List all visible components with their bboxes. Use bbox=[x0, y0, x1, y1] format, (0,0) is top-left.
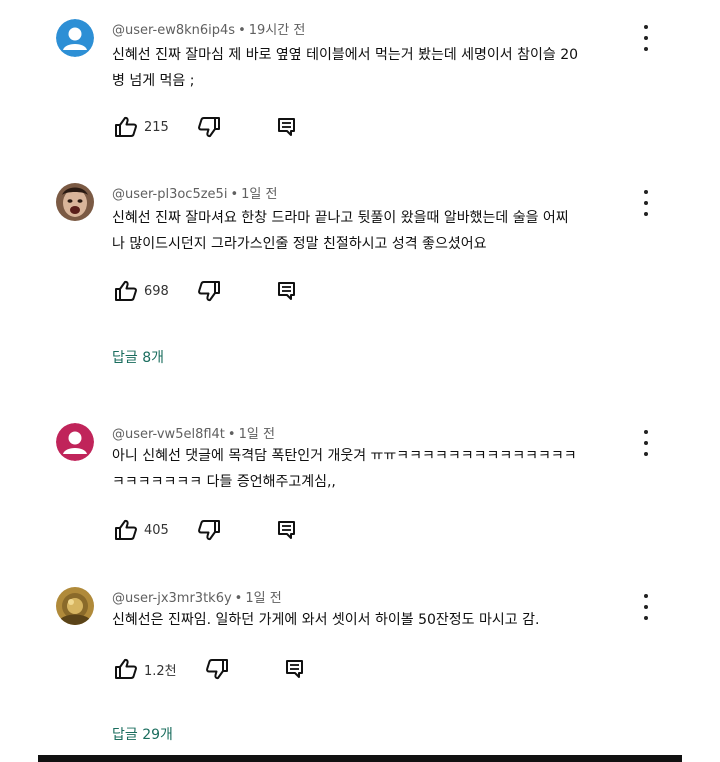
thumbs-up-icon bbox=[115, 658, 137, 679]
dislike-button[interactable] bbox=[197, 519, 221, 541]
comment-text-line: 아니 신혜선 댓글에 목격담 폭탄인거 개웃겨 ㅠㅠㅋㅋㅋㅋㅋㅋㅋㅋㅋㅋㅋㅋㅋㅋ bbox=[112, 448, 577, 464]
thumbs-up-icon bbox=[115, 280, 137, 301]
comment-text-line: 신혜선 진짜 잘마심 제 바로 옆옆 테이블에서 먹는거 봤는데 세명이서 참이… bbox=[112, 47, 579, 63]
avatar[interactable] bbox=[56, 183, 94, 221]
dislike-button[interactable] bbox=[197, 116, 221, 138]
like-button[interactable]: 1.2천 bbox=[114, 658, 177, 680]
photo-avatar-icon bbox=[56, 587, 94, 625]
like-button[interactable]: 215 bbox=[114, 116, 169, 138]
view-replies-button[interactable]: 답글 8개 bbox=[112, 347, 164, 367]
reply-button[interactable] bbox=[277, 520, 297, 540]
avatar[interactable] bbox=[56, 19, 94, 57]
separator: • bbox=[227, 427, 236, 442]
comment-text: 신혜선 진짜 잘마심 제 바로 옆옆 테이블에서 먹는거 봤는데 세명이서 참이… bbox=[112, 42, 642, 94]
avatar[interactable] bbox=[56, 423, 94, 461]
bottom-edge-bar bbox=[38, 755, 682, 762]
comment-meta: @user-jx3mr3tk6y • 1일 전 bbox=[112, 587, 282, 606]
timestamp[interactable]: 19시간 전 bbox=[249, 23, 306, 38]
like-count: 698 bbox=[144, 283, 169, 299]
comment-reply-icon bbox=[285, 660, 303, 678]
comment-text-line: 나 많이드시던지 그라가스인줄 정말 친절하시고 성격 좋으셨어요 bbox=[112, 236, 487, 252]
thumbs-down-icon bbox=[205, 659, 228, 680]
comment-reply-icon bbox=[277, 282, 295, 300]
thumbs-up-icon bbox=[115, 116, 137, 137]
like-button[interactable]: 405 bbox=[114, 519, 169, 541]
comment-actions: 215 bbox=[114, 114, 297, 140]
thumbs-down-icon bbox=[197, 281, 220, 302]
dislike-button[interactable] bbox=[197, 280, 221, 302]
timestamp[interactable]: 1일 전 bbox=[245, 591, 281, 606]
dislike-button[interactable] bbox=[205, 658, 229, 680]
comment-meta: @user-vw5el8fl4t • 1일 전 bbox=[112, 423, 275, 442]
author-name[interactable]: @user-vw5el8fl4t bbox=[112, 427, 225, 442]
comment-text-line: ㅋㅋㅋㅋㅋㅋㅋ 다들 증언해주고계심,, bbox=[112, 474, 336, 490]
comment-text: 신혜선은 진짜임. 일하던 가게에 와서 셋이서 하이볼 50잔정도 마시고 감… bbox=[112, 607, 642, 633]
comment-text: 신혜선 진짜 잘마셔요 한창 드라마 끝나고 뒷풀이 왔을때 알바했는데 술을 … bbox=[112, 205, 642, 257]
reply-button[interactable] bbox=[277, 117, 297, 137]
author-name[interactable]: @user-jx3mr3tk6y bbox=[112, 591, 232, 606]
reply-button[interactable] bbox=[277, 281, 297, 301]
timestamp[interactable]: 1일 전 bbox=[239, 427, 275, 442]
like-count: 405 bbox=[144, 522, 169, 538]
comment-actions: 405 bbox=[114, 517, 297, 543]
comment-text-line: 병 넘게 먹음 ; bbox=[112, 73, 195, 89]
comment-text: 아니 신혜선 댓글에 목격담 폭탄인거 개웃겨 ㅠㅠㅋㅋㅋㅋㅋㅋㅋㅋㅋㅋㅋㅋㅋㅋ… bbox=[112, 443, 642, 495]
comment-text-line: 신혜선 진짜 잘마셔요 한창 드라마 끝나고 뒷풀이 왔을때 알바했는데 술을 … bbox=[112, 210, 569, 226]
view-replies-button[interactable]: 답글 29개 bbox=[112, 724, 173, 744]
comment-text-line: 신혜선은 진짜임. 일하던 가게에 와서 셋이서 하이볼 50잔정도 마시고 감… bbox=[112, 612, 540, 628]
comment-actions: 698 bbox=[114, 278, 297, 304]
separator: • bbox=[230, 187, 239, 202]
author-name[interactable]: @user-pl3oc5ze5i bbox=[112, 187, 227, 202]
comment-reply-icon bbox=[277, 521, 295, 539]
timestamp[interactable]: 1일 전 bbox=[241, 187, 277, 202]
comment-meta: @user-ew8kn6ip4s • 19시간 전 bbox=[112, 19, 305, 38]
like-count: 1.2천 bbox=[144, 663, 177, 679]
reply-button[interactable] bbox=[285, 659, 305, 679]
comment-meta: @user-pl3oc5ze5i • 1일 전 bbox=[112, 183, 277, 202]
person-icon bbox=[56, 19, 94, 57]
photo-avatar-icon bbox=[56, 183, 94, 221]
avatar[interactable] bbox=[56, 587, 94, 625]
like-button[interactable]: 698 bbox=[114, 280, 169, 302]
comment-actions: 1.2천 bbox=[114, 656, 305, 682]
person-icon bbox=[56, 423, 94, 461]
thumbs-up-icon bbox=[115, 519, 137, 540]
separator: • bbox=[234, 591, 243, 606]
thumbs-down-icon bbox=[197, 520, 220, 541]
author-name[interactable]: @user-ew8kn6ip4s bbox=[112, 23, 235, 38]
separator: • bbox=[238, 23, 246, 38]
thumbs-down-icon bbox=[197, 117, 220, 138]
comment-reply-icon bbox=[277, 118, 295, 136]
like-count: 215 bbox=[144, 119, 169, 135]
